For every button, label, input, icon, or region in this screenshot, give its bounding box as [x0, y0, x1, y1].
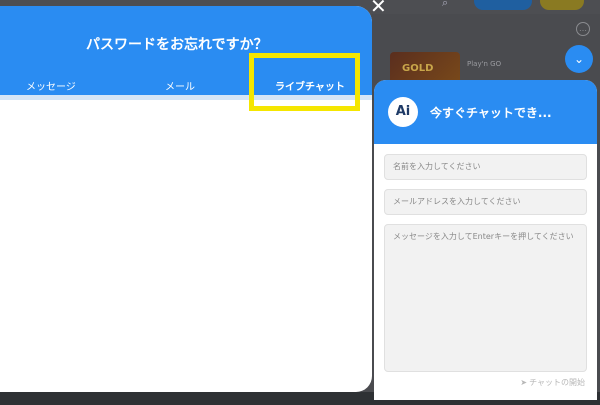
start-chat-label: チャットの開始	[529, 378, 585, 387]
background-signup-button	[540, 0, 584, 10]
chevron-down-icon: ⌄	[573, 52, 585, 66]
send-icon: ➤	[520, 378, 528, 387]
start-chat-button[interactable]: ➤ チャットの開始	[520, 377, 585, 388]
minimize-chat-button[interactable]: ⌄	[565, 45, 593, 73]
background-login-button	[474, 0, 532, 10]
modal-header: パスワードをお忘れですか？ メッセージ メール ライブチャット	[0, 6, 372, 111]
chat-form: 名前を入力してください メールアドレスを入力してください メッセージを入力してE…	[374, 144, 597, 372]
chat-title: 今すぐチャットでき...	[430, 106, 552, 120]
live-chat-widget: Ai 今すぐチャットでき... 名前を入力してください メールアドレスを入力して…	[374, 80, 597, 400]
background-provider-label: Play'n GO	[467, 60, 502, 68]
background-game-title: GOLD	[402, 63, 434, 74]
live-chat-highlight-box	[249, 53, 360, 111]
more-icon: …	[576, 22, 590, 36]
close-icon[interactable]: ✕	[370, 0, 387, 18]
name-input[interactable]: 名前を入力してください	[384, 154, 587, 180]
modal-title: パスワードをお忘れですか？	[86, 37, 268, 53]
message-textarea[interactable]: メッセージを入力してEnterキーを押してください	[384, 224, 587, 372]
email-input[interactable]: メールアドレスを入力してください	[384, 189, 587, 215]
search-icon: ⌕	[442, 0, 449, 9]
forgot-password-modal: パスワードをお忘れですか？ メッセージ メール ライブチャット	[0, 6, 372, 392]
tab-message[interactable]: メッセージ	[26, 78, 76, 93]
chat-logo: Ai	[388, 97, 418, 127]
tab-mail[interactable]: メール	[165, 78, 195, 93]
chat-header: Ai 今すぐチャットでき...	[374, 80, 597, 144]
